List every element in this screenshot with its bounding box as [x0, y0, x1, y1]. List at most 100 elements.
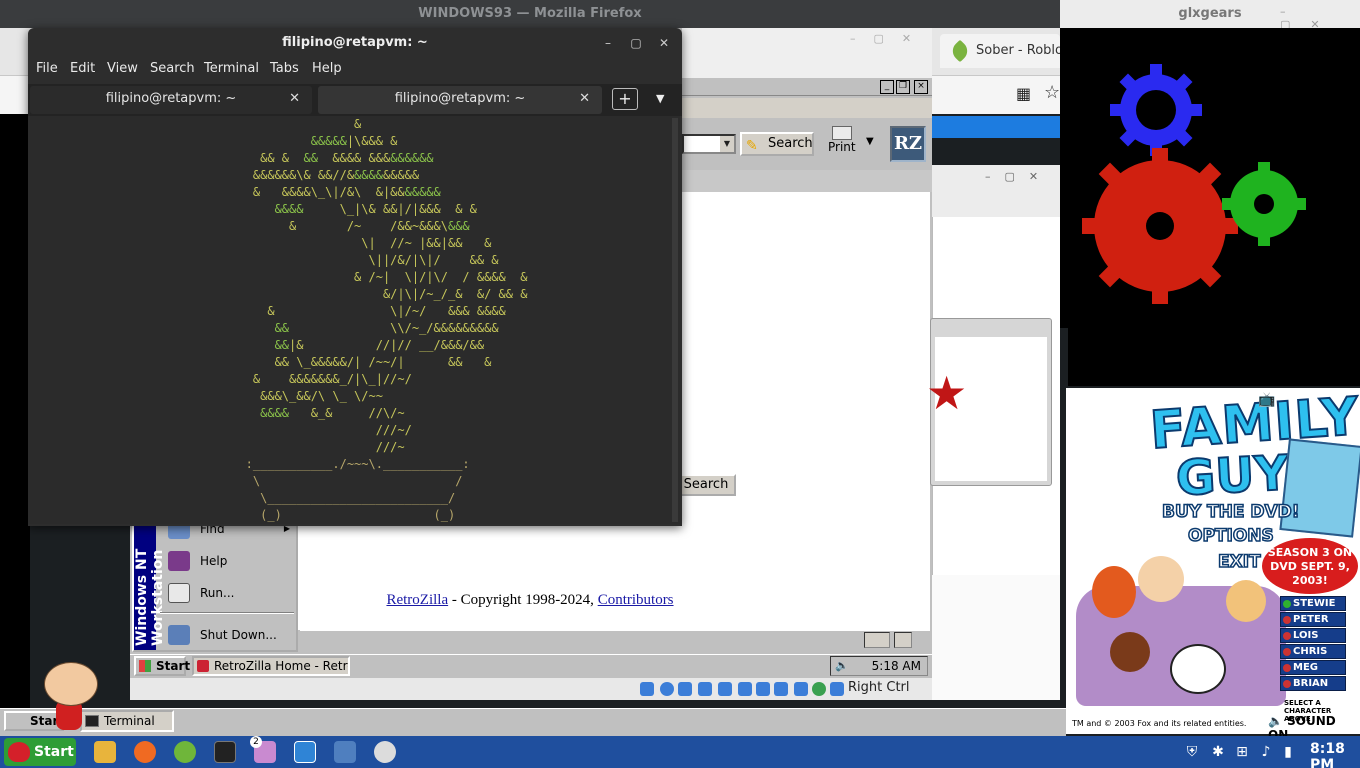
connection-icon — [864, 632, 890, 648]
radio-dot-icon — [1283, 616, 1291, 624]
display-icon[interactable] — [756, 682, 770, 696]
options-button[interactable]: OPTIONS — [1187, 525, 1274, 547]
character-lois[interactable]: LOIS — [1280, 628, 1346, 643]
character-meg[interactable]: MEG — [1280, 660, 1346, 675]
launcher-firefox[interactable] — [130, 738, 160, 766]
battery-icon[interactable]: ▮ — [1280, 744, 1296, 760]
restore-button[interactable]: ❐ — [896, 80, 910, 94]
extensions-icon[interactable]: ▦ — [1016, 84, 1031, 103]
menu-file[interactable]: File — [36, 61, 58, 76]
nt-start-button[interactable]: Start — [134, 656, 190, 676]
character-peter[interactable]: PETER — [1280, 612, 1346, 627]
printer-icon — [832, 126, 852, 140]
hdd-icon[interactable] — [640, 682, 654, 696]
recording-icon[interactable] — [774, 682, 788, 696]
menu-help[interactable]: Help — [312, 61, 342, 76]
exit-button[interactable]: EXIT — [1217, 551, 1261, 573]
minimize-icon[interactable]: – — [598, 33, 618, 53]
usb-icon[interactable] — [718, 682, 732, 696]
terminal-task-label: Terminal — [104, 714, 155, 728]
guest-additions-icon[interactable] — [812, 682, 826, 696]
print-dropdown-arrow[interactable]: ▼ — [866, 136, 874, 147]
radio-dot-icon — [1283, 664, 1291, 672]
side-window-lower — [932, 575, 1060, 700]
start-item-help[interactable]: Help — [164, 546, 294, 576]
network-icon[interactable]: ⊞ — [1234, 744, 1250, 760]
bookmark-star-icon[interactable]: ☆ — [1044, 82, 1060, 103]
lois-label: LOIS — [1293, 630, 1319, 641]
shutdown-label: Shut Down... — [200, 628, 277, 642]
launcher-winnt[interactable] — [330, 738, 360, 766]
minimize-button[interactable]: _ — [880, 80, 894, 94]
bluetooth-icon[interactable]: ✱ — [1210, 744, 1226, 760]
chevron-down-icon[interactable]: ▼ — [720, 136, 734, 152]
mouse-integration-icon[interactable] — [830, 682, 844, 696]
character-stewie[interactable]: STEWIE — [1280, 596, 1346, 611]
firefox-title: WINDOWS93 — Mozilla Firefox — [0, 0, 1060, 28]
audio-icon[interactable] — [678, 682, 692, 696]
glxgears-canvas — [1060, 28, 1360, 328]
radio-dot-icon — [1283, 680, 1291, 688]
retrozilla-menubar — [682, 98, 932, 118]
close-button[interactable]: × — [914, 80, 928, 94]
tabs-menu-chevron-icon[interactable]: ▼ — [656, 92, 664, 105]
menu-search[interactable]: Search — [150, 61, 195, 76]
nt-task-retrozilla[interactable]: RetroZilla Home - RetroZilla — [192, 656, 350, 676]
launcher-apps[interactable] — [170, 738, 200, 766]
cpu-icon[interactable] — [794, 682, 808, 696]
launcher-files[interactable] — [90, 738, 120, 766]
shutdown-icon — [168, 625, 190, 645]
vm-blue-strip — [932, 116, 1060, 138]
tab-close-icon[interactable]: ✕ — [289, 86, 300, 112]
shield-icon[interactable]: ⛨ — [1184, 744, 1200, 760]
shared-folder-icon[interactable] — [738, 682, 752, 696]
stewie-mascot[interactable] — [44, 662, 98, 706]
stewie-label: STEWIE — [1293, 598, 1336, 609]
volume-icon[interactable]: ♪ — [1258, 744, 1274, 760]
lois-character — [1092, 566, 1136, 618]
menu-terminal[interactable]: Terminal — [204, 61, 259, 76]
menu-view[interactable]: View — [107, 61, 138, 76]
launcher-settings[interactable] — [370, 738, 400, 766]
gears-svg — [1082, 64, 1306, 304]
firefox-tab-sober[interactable]: Sober - Roblo — [940, 34, 1060, 68]
new-tab-icon[interactable]: + — [612, 88, 638, 110]
retrozilla-titlebar — [682, 78, 932, 96]
ascii-bonsai-art: & &&&&&|\&&& & && & && &&&& &&&&&&&&& &&… — [245, 117, 528, 522]
red-gear-icon — [1082, 148, 1238, 304]
terminal-tab-2[interactable]: filipino@retapvm: ~ ✕ — [318, 86, 602, 114]
speaker-icon[interactable]: 🔈 — [835, 657, 849, 675]
windows-flag-icon — [139, 660, 151, 672]
search-label: Search — [768, 136, 813, 151]
tab-close-icon[interactable]: ✕ — [579, 86, 590, 112]
network-icon[interactable] — [698, 682, 712, 696]
launcher-terminal[interactable] — [210, 738, 240, 766]
host-start-button[interactable]: Start — [4, 738, 76, 766]
url-dropdown[interactable]: ▼ — [682, 134, 736, 154]
terminal-tab-1[interactable]: filipino@retapvm: ~ ✕ — [30, 86, 312, 114]
contributors-link[interactable]: Contributors — [598, 592, 674, 608]
character-brian[interactable]: BRIAN — [1280, 676, 1346, 691]
inner-task-terminal[interactable]: Terminal — [80, 710, 174, 732]
terminal-icon — [214, 741, 236, 763]
task-label: RetroZilla Home - RetroZilla — [214, 659, 348, 673]
menu-tabs[interactable]: Tabs — [270, 61, 299, 76]
maximize-icon[interactable]: ▢ — [626, 33, 646, 53]
character-chris[interactable]: CHRIS — [1280, 644, 1346, 659]
buy-dvd-button[interactable]: BUY THE DVD! — [1161, 501, 1300, 523]
inner-start-button[interactable]: Start — [4, 711, 64, 731]
retrozilla-link[interactable]: RetroZilla — [386, 592, 448, 608]
optical-drive-icon[interactable] — [660, 682, 674, 696]
terminal-scrollbar[interactable] — [672, 118, 678, 522]
start-item-run[interactable]: Run... — [164, 578, 294, 608]
terminal-title: filipino@retapvm: ~ — [282, 35, 428, 50]
content-search-button[interactable]: Search — [676, 474, 736, 496]
menu-edit[interactable]: Edit — [70, 61, 95, 76]
toolbar-search-button[interactable]: ✎ Search — [740, 132, 814, 156]
launcher-monitor[interactable] — [290, 738, 320, 766]
vm-window-controls[interactable]: –▢✕ — [850, 32, 929, 45]
start-item-shutdown[interactable]: Shut Down... — [164, 620, 294, 650]
meg-label: MEG — [1293, 662, 1318, 673]
side-window-controls[interactable]: –▢✕ — [985, 170, 1052, 183]
close-icon[interactable]: ✕ — [654, 33, 674, 53]
